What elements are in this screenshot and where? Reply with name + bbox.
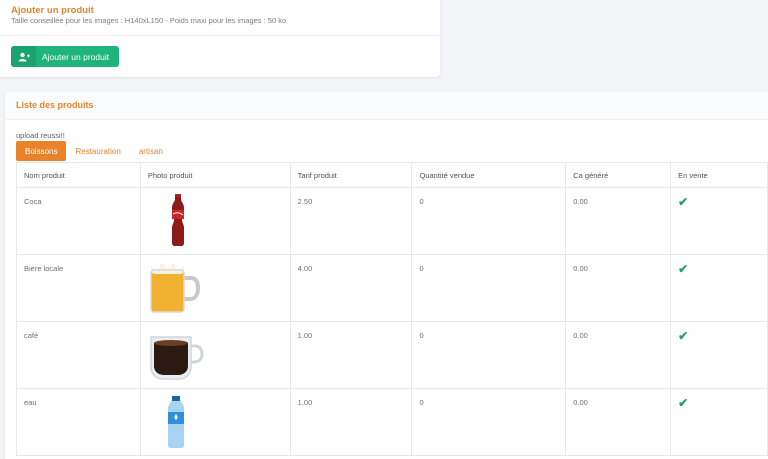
product-quantite: 0 bbox=[411, 254, 567, 322]
products-table: Nom produit Photo produit Tarif produit … bbox=[16, 162, 768, 456]
product-quantite: 0 bbox=[411, 187, 567, 255]
add-product-button[interactable]: Ajouter un produit bbox=[11, 46, 119, 67]
divider bbox=[0, 35, 440, 36]
product-quantite: 0 bbox=[411, 388, 567, 456]
product-name: Coca bbox=[16, 187, 141, 255]
beer-mug-image bbox=[150, 260, 200, 313]
product-tarif: 1.00 bbox=[289, 321, 413, 389]
product-tarif: 4.00 bbox=[289, 254, 413, 322]
water-bottle-image bbox=[167, 396, 184, 448]
coffee-cup-image bbox=[150, 336, 204, 380]
column-header-en-vente[interactable]: En vente bbox=[670, 162, 768, 188]
column-header-name[interactable]: Nom produit bbox=[16, 162, 141, 188]
product-name: Biere locale bbox=[16, 254, 141, 322]
table-row[interactable]: Biere locale 4.00 0 0.00 ✔ bbox=[16, 254, 768, 322]
image-size-hint: Taille conseillée pour les images : H140… bbox=[11, 16, 287, 25]
column-header-photo[interactable]: Photo produit bbox=[139, 162, 291, 188]
add-product-title: Ajouter un produit bbox=[11, 5, 94, 16]
product-ca: 0.00 bbox=[565, 187, 672, 255]
tab-artisan[interactable]: artisan bbox=[130, 141, 172, 161]
check-icon: ✔ bbox=[678, 262, 689, 276]
tab-boissons[interactable]: Boissons bbox=[16, 141, 67, 161]
product-ca: 0.00 bbox=[565, 388, 672, 456]
user-plus-icon bbox=[11, 46, 36, 67]
category-tabs: Boissons Restauration artisan bbox=[16, 141, 172, 161]
add-product-card: Ajouter un produit Taille conseillée pou… bbox=[0, 0, 440, 77]
product-list-header: Liste des produits bbox=[5, 92, 768, 120]
product-list-card: Liste des produits upload reussi!! Boiss… bbox=[5, 92, 768, 459]
product-quantite: 0 bbox=[411, 321, 567, 389]
product-ca: 0.00 bbox=[565, 321, 672, 389]
column-header-ca[interactable]: Ca généré bbox=[565, 162, 672, 188]
table-row[interactable]: café 1.00 0 0.00 ✔ bbox=[16, 321, 768, 389]
table-row[interactable]: Coca 2.50 0 0.00 ✔ bbox=[16, 187, 768, 255]
check-icon: ✔ bbox=[678, 329, 689, 343]
product-ca: 0.00 bbox=[565, 254, 672, 322]
column-header-tarif[interactable]: Tarif produit bbox=[289, 162, 413, 188]
cola-bottle-image bbox=[171, 194, 184, 246]
tab-restauration[interactable]: Restauration bbox=[66, 141, 129, 161]
product-tarif: 1.00 bbox=[289, 388, 413, 456]
add-product-button-label: Ajouter un produit bbox=[42, 51, 110, 62]
column-header-quantite[interactable]: Quantité vendue bbox=[411, 162, 567, 188]
product-list-title: Liste des produits bbox=[16, 100, 94, 110]
check-icon: ✔ bbox=[678, 195, 689, 209]
product-name: café bbox=[16, 321, 141, 389]
table-row[interactable]: eau 1.00 0 0.00 ✔ bbox=[16, 388, 768, 456]
upload-status-message: upload reussi!! bbox=[16, 131, 65, 140]
product-name: eau bbox=[16, 388, 141, 456]
product-tarif: 2.50 bbox=[289, 187, 413, 255]
table-header-row: Nom produit Photo produit Tarif produit … bbox=[16, 162, 768, 188]
check-icon: ✔ bbox=[678, 396, 689, 410]
